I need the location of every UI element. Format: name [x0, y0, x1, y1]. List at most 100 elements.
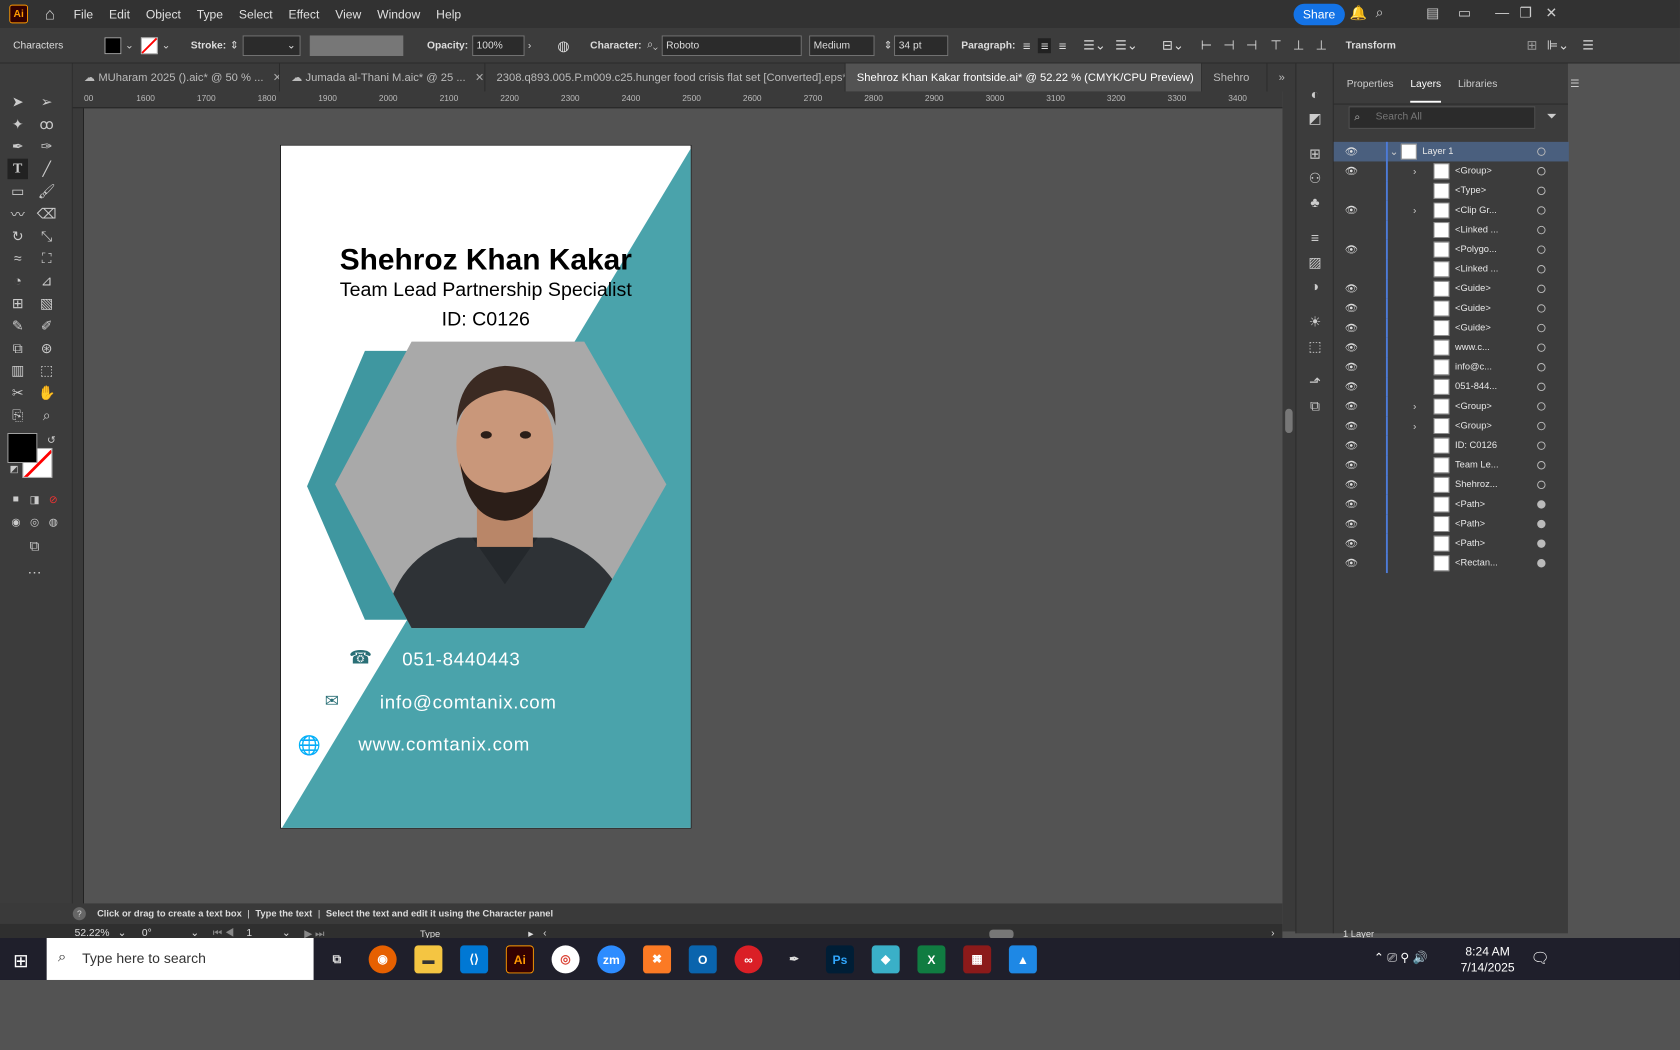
layer-row[interactable]: 👁 <Path> [1334, 494, 1569, 515]
direct-selection-tool-icon[interactable]: ➢ [36, 91, 57, 112]
align-vcenter-icon[interactable]: ⊥ [1293, 37, 1304, 53]
transparency-icon[interactable]: ◑ [1305, 276, 1326, 297]
default-colors-icon[interactable]: ◩ [4, 459, 25, 480]
align-left-edges-icon[interactable]: ⊢ [1201, 37, 1212, 53]
slice-tool-icon[interactable]: ✂ [7, 383, 28, 404]
target-circle-icon[interactable] [1537, 343, 1546, 352]
panel-menu-icon[interactable]: ☰ [1570, 77, 1579, 89]
font-size-field[interactable]: 34 pt [894, 34, 949, 56]
more-tools-icon[interactable]: ⋯ [24, 562, 45, 583]
measure-icon[interactable]: ✐ [36, 315, 57, 336]
taskbar-clock[interactable]: 8:24 AM 7/14/2025 [1461, 944, 1515, 976]
grid-panel-icon[interactable]: ⊞ [1305, 144, 1326, 165]
filter-icon[interactable]: ⏷ [1546, 108, 1556, 124]
scale-tool-icon[interactable]: ⤡ [36, 226, 57, 247]
target-circle-icon[interactable] [1537, 559, 1546, 568]
target-circle-icon[interactable] [1537, 225, 1546, 235]
align-right-icon[interactable]: ≡ [1059, 38, 1067, 53]
type-tool-icon[interactable]: T [7, 158, 28, 180]
excel-icon[interactable]: X [917, 945, 946, 974]
menu-file[interactable]: File [74, 7, 94, 21]
menu-edit[interactable]: Edit [109, 7, 130, 21]
card-website[interactable]: www.comtanix.com [358, 735, 530, 756]
layer-row[interactable]: 👁 › <Group> [1334, 396, 1569, 417]
eyedropper-icon[interactable]: ✎ [7, 315, 28, 336]
visibility-eye-icon[interactable]: 👁 [1345, 479, 1358, 491]
visibility-eye-icon[interactable]: 👁 [1345, 498, 1358, 510]
tab-shehroz-frontside[interactable]: Shehroz Khan Kakar frontside.ai* @ 52.22… [845, 63, 1203, 92]
artboard-id-card[interactable]: Shehroz Khan Kakar Team Lead Partnership… [279, 144, 692, 829]
magic-wand-icon[interactable]: ✦ [7, 114, 28, 135]
stroke-panel-icon[interactable]: ≡ [1305, 228, 1326, 249]
layer-row[interactable]: 👁 www.c... [1334, 337, 1569, 358]
print-tiling-icon[interactable]: ⎘ [7, 405, 28, 426]
align-right-edges-icon[interactable]: ⊣ [1246, 37, 1257, 53]
menu-help[interactable]: Help [436, 7, 461, 21]
tab-jumada[interactable]: ☁ Jumada al-Thani M.aic* @ 25 ... ✕ [280, 63, 486, 92]
workspace-icon[interactable]: ▤ [1426, 5, 1439, 22]
bullets-icon[interactable]: ☰⌄ [1083, 37, 1106, 53]
fill-swatch[interactable] [104, 36, 122, 54]
target-circle-icon[interactable] [1537, 167, 1546, 176]
pen-app-icon[interactable]: ✒ [780, 945, 808, 973]
target-circle-icon[interactable] [1537, 382, 1546, 392]
perspective-grid-icon[interactable]: ⊿ [36, 271, 57, 292]
scroll-thumb[interactable] [1285, 408, 1293, 434]
align-left-icon[interactable]: ≡ [1023, 38, 1031, 53]
align-hcenter-icon[interactable]: ⊣ [1223, 37, 1234, 53]
target-circle-icon[interactable] [1537, 363, 1546, 372]
chevron-down-icon[interactable]: ⌄ [125, 39, 134, 51]
eraser-icon[interactable]: ⌫ [36, 203, 57, 224]
layer-row[interactable]: 👁 051-844... [1334, 377, 1569, 397]
align-top-icon[interactable]: ⊤ [1270, 37, 1281, 53]
swap-colors-icon[interactable]: ↺ [41, 429, 62, 450]
brush-definition[interactable] [309, 34, 403, 56]
rectangle-tool-icon[interactable]: ▭ [7, 181, 28, 202]
chevron-right-icon[interactable]: › [1413, 166, 1416, 177]
align-center-icon[interactable]: ≡ [1038, 37, 1052, 53]
shaper-tool-icon[interactable]: 〰 [7, 203, 28, 224]
chevron-right-icon[interactable]: › [1413, 401, 1416, 412]
free-transform-icon[interactable]: ⛶ [36, 248, 57, 269]
target-circle-icon[interactable] [1537, 323, 1546, 333]
chrome-icon[interactable]: ◎ [551, 945, 580, 974]
app-icon-diamond[interactable]: ◆ [871, 945, 900, 974]
layer-row[interactable]: 👁 <Path> [1334, 514, 1569, 534]
target-circle-icon[interactable] [1537, 519, 1546, 529]
curvature-tool-icon[interactable]: ✑ [36, 136, 57, 157]
share-button[interactable]: Share [1293, 3, 1345, 26]
layer-row[interactable]: <Type> [1334, 181, 1569, 201]
blend-tool-icon[interactable]: ⧉ [7, 338, 28, 359]
menu-view[interactable]: View [335, 7, 361, 21]
bell-icon[interactable]: 🔔 [1350, 5, 1367, 22]
export-icon[interactable]: ⬏ [1305, 371, 1326, 392]
visibility-eye-icon[interactable]: 👁 [1345, 146, 1358, 158]
menu-window[interactable]: Window [377, 7, 420, 21]
visibility-eye-icon[interactable]: 👁 [1345, 400, 1358, 412]
photos-icon[interactable]: ▲ [1008, 945, 1037, 974]
visibility-eye-icon[interactable]: 👁 [1345, 283, 1358, 295]
opacity-field[interactable]: 100% [471, 34, 525, 56]
minimize-icon[interactable]: — [1495, 5, 1509, 21]
recolor-icon[interactable]: ◍ [557, 37, 569, 54]
target-circle-icon[interactable] [1537, 304, 1546, 313]
rotate-tool-icon[interactable]: ↻ [7, 226, 28, 247]
layer-row[interactable]: 👁 ID: C0126 [1334, 435, 1569, 456]
chevron-right-icon[interactable]: › [528, 40, 531, 51]
stroke-weight-field[interactable]: ⌄ [242, 34, 301, 56]
none-mode-icon[interactable]: ⊘ [43, 489, 64, 510]
visibility-eye-icon[interactable]: 👁 [1345, 361, 1358, 373]
target-circle-icon[interactable] [1537, 265, 1546, 274]
gradient-panel-icon[interactable]: ▨ [1305, 252, 1326, 273]
isolate-icon[interactable]: ⊞ [1526, 37, 1537, 53]
appearance-icon[interactable]: ☀ [1305, 312, 1326, 333]
visibility-eye-icon[interactable]: 👁 [1345, 302, 1358, 314]
font-family-field[interactable]: Roboto [661, 34, 802, 56]
draw-behind-icon[interactable]: ◎ [24, 511, 45, 532]
visibility-eye-icon[interactable]: 👁 [1345, 342, 1358, 354]
target-circle-icon[interactable] [1537, 500, 1546, 509]
visibility-eye-icon[interactable]: 👁 [1345, 322, 1358, 334]
task-view-icon[interactable]: ⧉ [323, 945, 351, 973]
menu-select[interactable]: Select [239, 7, 273, 21]
align-objects-icon[interactable]: ⊟⌄ [1162, 37, 1184, 53]
